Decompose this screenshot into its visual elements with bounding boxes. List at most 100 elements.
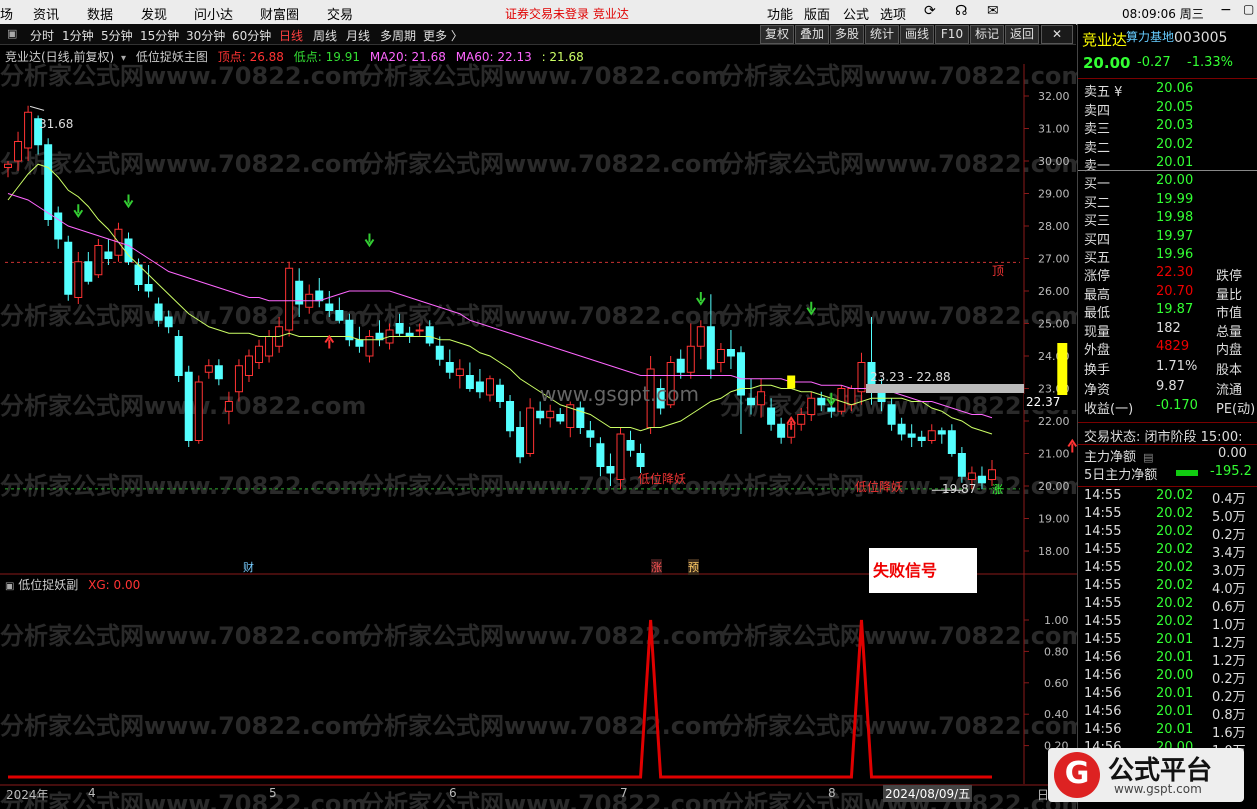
stat-row: 换手 1.71% 股本 [1078,359,1257,378]
menu-item[interactable]: 场 [0,4,13,23]
tick-price: 20.02 [1156,488,1194,503]
sell-level-price: 20.06 [1156,81,1194,96]
candle-body [335,310,344,321]
xaxis-label: 7 [620,786,628,800]
trade-status: 交易状态: 闭市阶段 15:00: [1084,426,1257,445]
candle-body [24,111,33,149]
tick-row: 14:56 20.01 1.2万 [1078,650,1257,669]
main-net-row: 主力净额 ▤ 0.00 [1084,446,1254,465]
buy-level-label: 买四 [1084,232,1111,248]
watermark-text: 分析家公式网www.70822.com [360,302,726,330]
refresh-icon[interactable]: ⟳ [924,3,936,19]
menu-item-discover[interactable]: 发现 [141,4,167,23]
buy-level-price: 19.98 [1156,210,1194,225]
menu-item-trade[interactable]: 交易 [327,4,353,23]
maximize-icon[interactable]: ▢ [1243,2,1254,16]
forecast-marker[interactable]: 预 [688,559,699,575]
stat-label: 换手 [1084,363,1111,378]
stat-label-right: 流通 [1216,383,1243,398]
candle-body [596,443,605,467]
minimize-icon[interactable]: − [1220,2,1232,18]
price-tick-label: 18.00 [1038,545,1070,558]
buy-level-price: 19.99 [1156,191,1194,207]
stat-label-right: PE(动) [1216,401,1256,417]
limit-up-marker[interactable]: 涨 [651,559,662,575]
tick-time: 14:55 [1084,506,1122,521]
menu-item-layout[interactable]: 版面 [804,4,830,23]
buy-level: 买四 19.97 [1078,229,1257,248]
sector-tag[interactable]: 算力基地 [1126,28,1174,45]
stat-label-right: 总量 [1216,324,1243,340]
headset-icon[interactable]: ☊ [955,3,967,19]
price-tick-label: 27.00 [1038,253,1070,266]
mail-icon[interactable]: ✉ [987,3,999,19]
candle-body [285,267,294,331]
tick-volume: 0.2万 [1212,690,1246,705]
price-change-pct: -1.33% [1187,55,1233,70]
tick-row: 14:55 20.02 3.4万 [1078,542,1257,561]
candle-body [837,388,846,412]
menu-item-options[interactable]: 选项 [880,4,906,23]
sell-level: 卖二 20.02 [1078,137,1257,156]
menu-item-data[interactable]: 数据 [87,4,113,23]
candle-body [586,430,595,438]
menu-item-wenxiaoda[interactable]: 问小达 [194,4,233,23]
stat-value: 9.87 [1156,379,1185,394]
tick-time: 14:55 [1084,632,1122,647]
tick-row: 14:55 20.02 4.0万 [1078,578,1257,597]
menu-item-formula[interactable]: 公式 [843,4,869,23]
tick-price: 20.02 [1156,506,1194,521]
tick-row: 14:55 20.02 1.0万 [1078,614,1257,633]
sell-level: 卖三 20.03 [1078,118,1257,137]
main-net5-row: 5日主力净额 -195.2 [1084,464,1254,483]
menu-item-news[interactable]: 资讯 [33,4,59,23]
candle-body [315,290,324,302]
tick-time: 14:56 [1084,704,1122,719]
stat-label-right: 市值 [1216,306,1243,321]
candle-body [465,375,474,389]
candle-body [606,466,615,474]
candle-body [777,423,786,438]
sell-level-price: 20.03 [1156,118,1194,133]
price-tick-label: 28.00 [1038,220,1070,233]
tick-volume: 0.2万 [1212,528,1246,543]
candle-body [475,381,484,393]
center-watermark: www.gsgpt.com [540,382,700,406]
candle-body [526,407,535,454]
stock-name[interactable]: 竞业达 [1082,29,1127,50]
dropdown-icon[interactable]: ▣ [5,581,14,592]
candle-body [455,368,464,376]
tick-row: 14:55 20.02 0.6万 [1078,596,1257,615]
candle-body [917,436,926,441]
candle-body [74,261,83,298]
watermark-text: 分析家公式网www.70822.com [0,712,366,740]
price-tick-label: 19.00 [1038,513,1070,526]
candle-body [425,326,434,344]
candle-body [516,427,525,458]
indicator-tick-label: 0.60 [1044,677,1069,690]
candle-body [54,212,63,240]
tick-row: 14:55 20.02 0.4万 [1078,488,1257,507]
candle-body [927,430,936,441]
price-line: 20.00 -0.27 -1.33% [1078,54,1257,74]
tick-price: 20.02 [1156,524,1194,539]
login-notice[interactable]: 证券交易未登录 竞业达 [505,5,629,22]
quote-panel: 竞业达 算力基地 003005 20.00 -0.27 -1.33% 卖五 ¥ 2… [1077,24,1257,809]
buy-level: 买一 20.00 [1078,173,1257,192]
candle-body [726,349,735,357]
candle-body [224,401,233,412]
buy-level-label: 买一 [1084,177,1111,192]
stat-value: 20.70 [1156,283,1194,299]
signal-box [1057,343,1068,395]
menu-item-wealth[interactable]: 财富圈 [260,4,299,23]
watermark-text: 分析家公式网www.70822.com [360,622,726,650]
candle-body [4,163,12,168]
high-pointer [29,105,45,111]
tick-row: 14:55 20.02 5.0万 [1078,506,1257,525]
sub-formula-label[interactable]: 低位捉妖副 [18,578,78,592]
info-icon[interactable]: ▤ [1143,451,1153,464]
finance-marker[interactable]: 财 [243,559,254,575]
tick-time: 14:55 [1084,596,1122,611]
menu-item-function[interactable]: 功能 [767,4,793,23]
kline-chart[interactable]: 分析家公式网www.70822.com 分析家公式网www.70822.com 分析… [0,24,1077,809]
